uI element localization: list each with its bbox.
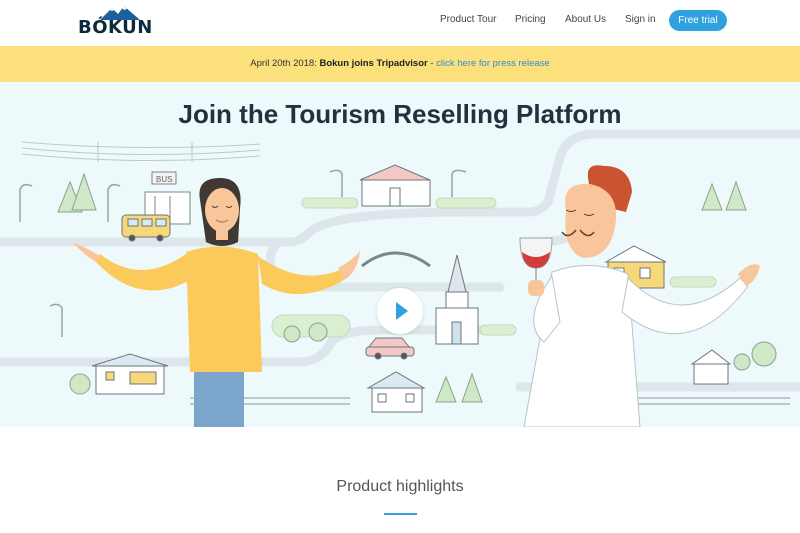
nav-sign-in[interactable]: Sign in <box>625 14 656 25</box>
product-highlights-title: Product highlights <box>336 478 464 495</box>
brand-name: BÓKUN <box>78 17 153 38</box>
nav-product-tour[interactable]: Product Tour <box>440 14 497 25</box>
play-video-button[interactable] <box>377 288 423 334</box>
hero-title: Join the Tourism Reselling Platform <box>178 99 622 129</box>
nav-about-us[interactable]: About Us <box>565 14 606 25</box>
banner-separator: - <box>430 58 434 69</box>
hero-illustration: BUS <box>0 129 800 427</box>
section-divider <box>384 513 417 515</box>
bus-sign: BUS <box>156 175 172 184</box>
announcement-banner: April 20th 2018: Bokun joins Tripadvisor… <box>0 46 800 82</box>
nav-pricing[interactable]: Pricing <box>515 14 546 25</box>
banner-headline: Bokun joins Tripadvisor <box>319 58 428 69</box>
site-header: BÓKUN Product Tour Pricing About Us Sign… <box>0 0 800 46</box>
free-trial-button[interactable]: Free trial <box>669 10 727 31</box>
press-release-link[interactable]: click here for press release <box>436 58 550 69</box>
brand-logo[interactable]: BÓKUN <box>78 6 152 38</box>
play-icon <box>396 302 408 320</box>
banner-date: April 20th 2018: <box>250 58 317 69</box>
hero-section: BUS Join the Tourism Reselling Platform <box>0 82 800 427</box>
